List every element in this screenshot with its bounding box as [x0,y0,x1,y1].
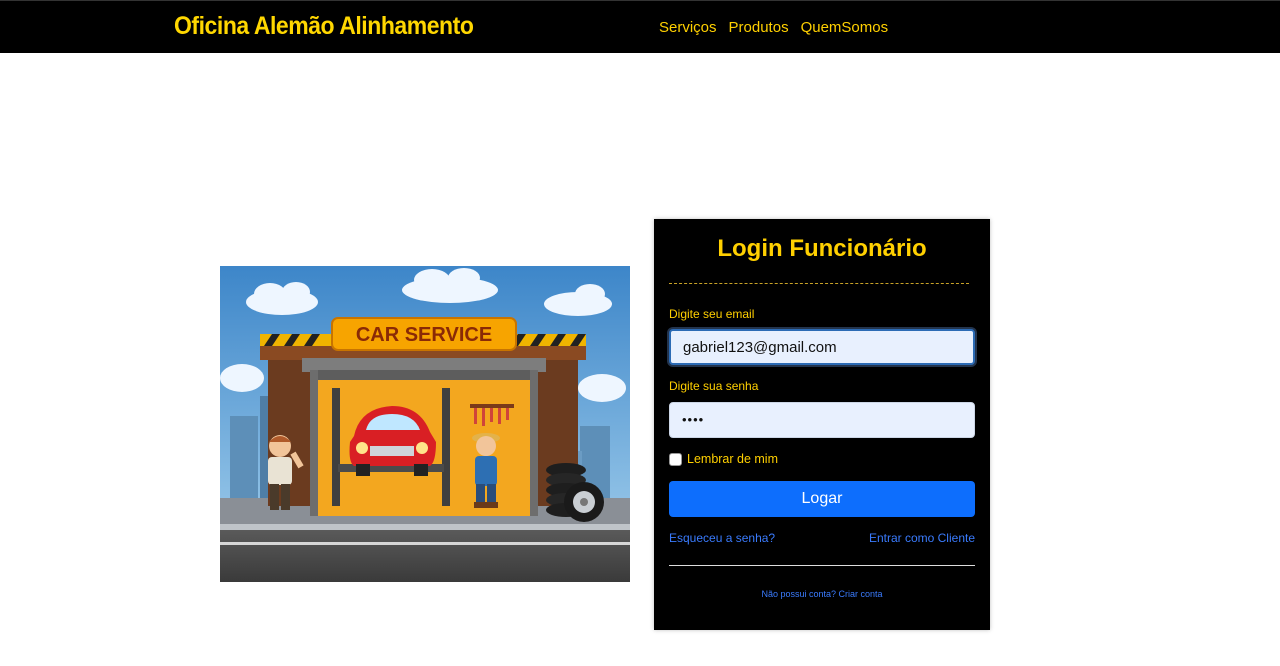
client-login-link[interactable]: Entrar como Cliente [869,531,975,545]
login-card: Login Funcionário Digite seu email gabri… [654,219,990,630]
password-label: Digite sua senha [669,379,759,393]
top-navbar: Oficina Alemão Alinhamento Serviços Prod… [0,0,1280,53]
title-divider [669,283,969,284]
sign-text: CAR SERVICE [356,324,492,346]
email-label: Digite seu email [669,307,755,321]
brand-logo[interactable]: Oficina Alemão Alinhamento [174,12,474,41]
login-button[interactable]: Logar [669,481,975,517]
car-service-illustration: CAR SERVICE [220,266,630,582]
create-account-link[interactable]: Não possui conta? Criar conta [654,589,990,599]
remember-label[interactable]: Lembrar de mim [687,452,778,466]
card-divider [669,565,975,566]
login-title: Login Funcionário [717,235,927,262]
nav-links: Serviços Produtos QuemSomos [659,19,888,36]
password-field[interactable]: •••• [669,402,975,438]
car-service-image: CAR SERVICE [220,266,630,582]
remember-checkbox[interactable] [669,453,682,466]
nav-link-servicos[interactable]: Serviços [659,19,717,36]
nav-link-quemsomos[interactable]: QuemSomos [801,19,889,36]
email-field[interactable]: gabriel123@gmail.com [669,329,975,365]
forgot-password-link[interactable]: Esqueceu a senha? [669,531,775,545]
nav-link-produtos[interactable]: Produtos [729,19,789,36]
